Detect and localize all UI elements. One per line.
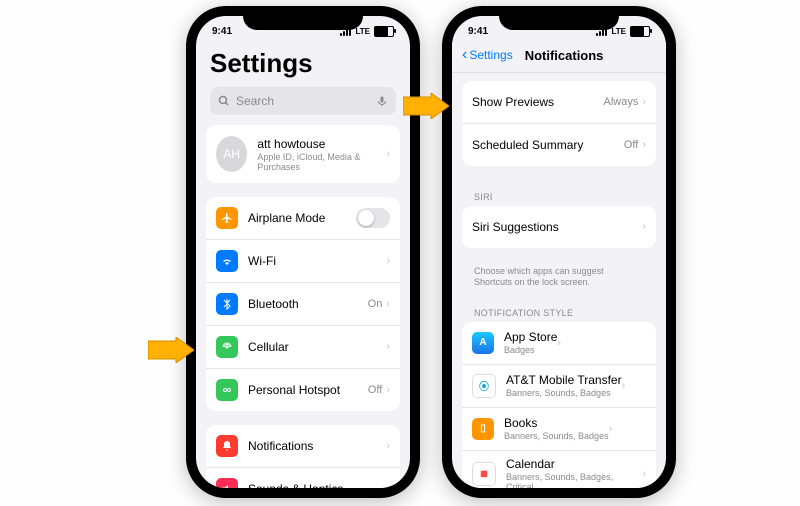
carrier-label: LTE	[355, 27, 370, 36]
notifications-row[interactable]: Notifications ›	[206, 425, 400, 468]
sounds-row[interactable]: Sounds & Haptics ›	[206, 468, 400, 488]
app-row-books[interactable]: ▯ Books Banners, Sounds, Badges ›	[462, 408, 656, 451]
status-time: 9:41	[212, 26, 232, 37]
search-input[interactable]: Search	[210, 87, 396, 115]
chevron-right-icon: ›	[622, 380, 626, 392]
back-button[interactable]: ‹ Settings	[462, 46, 513, 64]
avatar: AH	[216, 136, 247, 172]
settings-content[interactable]: Settings Search AH att howtouse Apple ID…	[196, 42, 410, 488]
chevron-right-icon: ›	[642, 96, 646, 108]
carrier-label: LTE	[611, 27, 626, 36]
chevron-right-icon: ›	[386, 255, 390, 267]
phone-settings: 9:41 LTE Settings Search AH	[186, 6, 420, 498]
bluetooth-row[interactable]: Bluetooth On ›	[206, 283, 400, 326]
previews-group: Show Previews Always › Scheduled Summary…	[462, 81, 656, 166]
chevron-right-icon: ›	[386, 483, 390, 488]
chevron-right-icon: ›	[642, 468, 646, 480]
account-group: AH att howtouse Apple ID, iCloud, Media …	[206, 125, 400, 183]
style-header: NOTIFICATION STYLE	[452, 296, 666, 322]
app-row-calendar[interactable]: ▦ Calendar Banners, Sounds, Badges, Crit…	[462, 451, 656, 488]
account-name: att howtouse	[257, 137, 386, 151]
page-title: Settings	[196, 42, 410, 87]
wifi-icon	[216, 250, 238, 272]
chevron-right-icon: ›	[386, 148, 390, 160]
siri-suggestions-row[interactable]: Siri Suggestions ›	[462, 206, 656, 248]
hotspot-icon	[216, 379, 238, 401]
cellular-icon	[216, 336, 238, 358]
battery-icon	[374, 26, 394, 37]
scheduled-summary-row[interactable]: Scheduled Summary Off ›	[462, 124, 656, 166]
app-icon-books: ▯	[472, 418, 494, 440]
hotspot-row[interactable]: Personal Hotspot Off ›	[206, 369, 400, 411]
chevron-left-icon: ‹	[462, 46, 467, 64]
chevron-right-icon: ›	[386, 341, 390, 353]
chevron-right-icon: ›	[642, 139, 646, 151]
app-icon-appstore: A	[472, 332, 494, 354]
airplane-mode-row[interactable]: Airplane Mode	[206, 197, 400, 240]
app-row-att[interactable]: ⦿ AT&T Mobile Transfer Banners, Sounds, …	[462, 365, 656, 408]
app-icon-att: ⦿	[472, 374, 496, 398]
sounds-icon	[216, 478, 238, 488]
search-placeholder: Search	[236, 94, 274, 108]
account-sub: Apple ID, iCloud, Media & Purchases	[257, 152, 386, 172]
mic-icon[interactable]	[376, 95, 388, 107]
settings-screen: 9:41 LTE Settings Search AH	[196, 16, 410, 488]
annotation-arrow-notifications	[148, 337, 194, 363]
chevron-right-icon: ›	[609, 423, 613, 435]
notch	[499, 6, 619, 30]
airplane-mode-switch[interactable]	[356, 208, 390, 228]
search-icon	[218, 95, 230, 107]
siri-footer: Choose which apps can suggest Shortcuts …	[452, 262, 666, 296]
airplane-icon	[216, 207, 238, 229]
nav-title: Notifications	[525, 48, 656, 63]
connectivity-group: Airplane Mode Wi-Fi › Bluetooth On ›	[206, 197, 400, 411]
chevron-right-icon: ›	[386, 298, 390, 310]
notifications-group: Notifications › Sounds & Haptics › Focus…	[206, 425, 400, 488]
notifications-content[interactable]: ‹ Settings Notifications Show Previews A…	[452, 42, 666, 488]
cellular-row[interactable]: Cellular ›	[206, 326, 400, 369]
notifications-screen: 9:41 LTE ‹ Settings Notifications	[452, 16, 666, 488]
siri-header: SIRI	[452, 180, 666, 206]
wifi-row[interactable]: Wi-Fi ›	[206, 240, 400, 283]
notifications-icon	[216, 435, 238, 457]
notch	[243, 6, 363, 30]
app-row-appstore[interactable]: A App Store Badges ›	[462, 322, 656, 365]
account-row[interactable]: AH att howtouse Apple ID, iCloud, Media …	[206, 125, 400, 183]
app-icon-calendar: ▦	[472, 462, 496, 486]
battery-icon	[630, 26, 650, 37]
chevron-right-icon: ›	[386, 440, 390, 452]
siri-group: Siri Suggestions ›	[462, 206, 656, 248]
chevron-right-icon: ›	[642, 221, 646, 233]
phone-notifications: 9:41 LTE ‹ Settings Notifications	[442, 6, 676, 498]
show-previews-row[interactable]: Show Previews Always ›	[462, 81, 656, 124]
chevron-right-icon: ›	[386, 384, 390, 396]
bluetooth-icon	[216, 293, 238, 315]
nav-bar: ‹ Settings Notifications	[452, 42, 666, 73]
status-time: 9:41	[468, 26, 488, 37]
annotation-arrow-previews	[403, 93, 449, 119]
apps-group: A App Store Badges › ⦿ AT&T Mobile Trans…	[462, 322, 656, 488]
chevron-right-icon: ›	[557, 337, 561, 349]
